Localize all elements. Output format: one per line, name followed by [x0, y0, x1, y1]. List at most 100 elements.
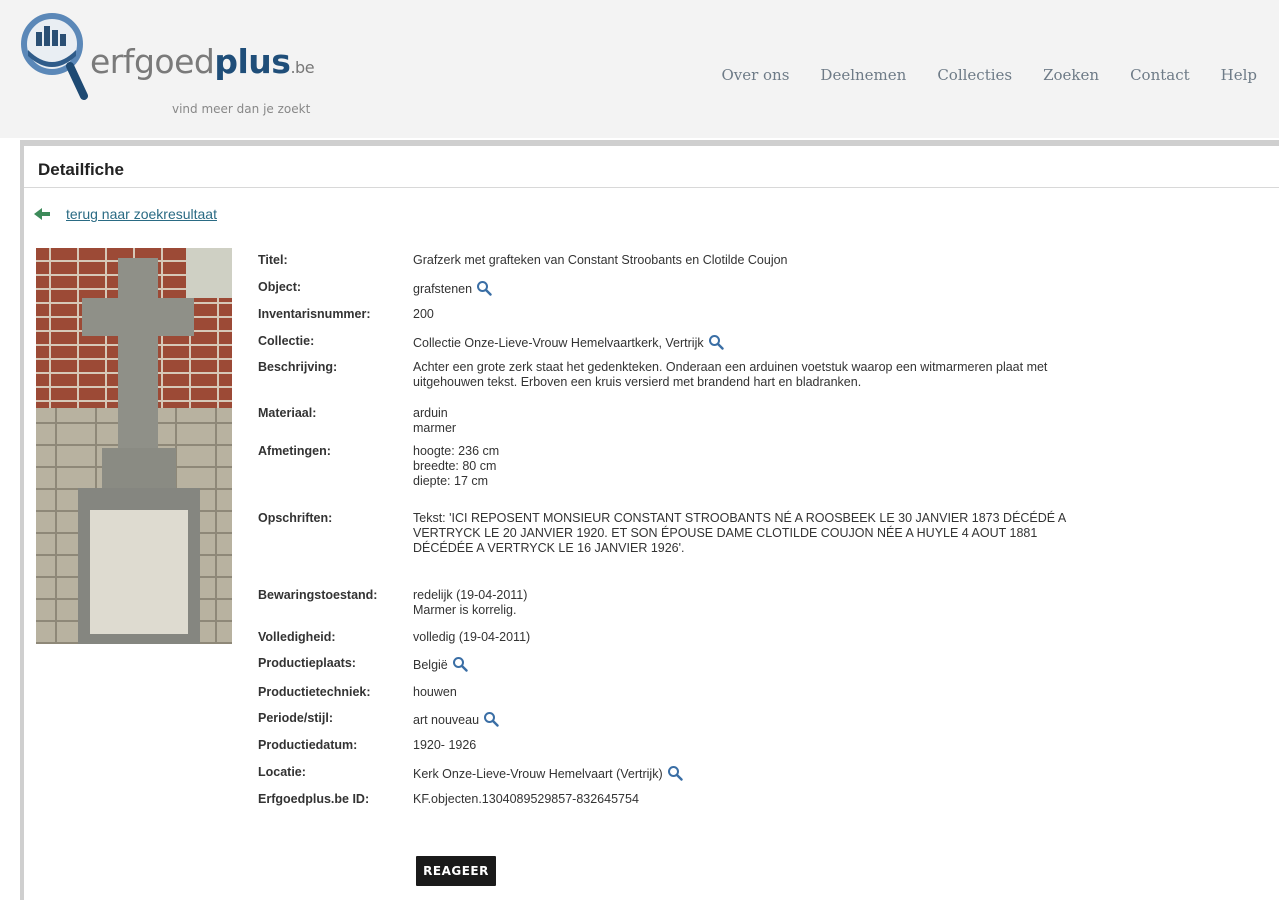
field-value-line: uitgehouwen tekst. Erboven een kruis ver… [413, 375, 862, 389]
field-value: Kerk Onze-Lieve-Vrouw Hemelvaart (Vertri… [413, 762, 683, 789]
field-value: hoogte: 236 cm breedte: 80 cm diepte: 17 c… [413, 441, 499, 508]
field-value-line: marmer [413, 421, 457, 435]
back-to-results-link[interactable]: terug naar zoekresultaat [66, 206, 217, 222]
field-value-line: Marmer is korrelig. [413, 603, 517, 617]
field-value: België [413, 653, 468, 682]
field-value: KF.objecten.1304089529857-832645754 [413, 789, 639, 816]
field-value-text: Collectie Onze-Lieve-Vrouw Hemelvaartker… [413, 336, 704, 350]
field-value: volledig (19-04-2011) [413, 627, 530, 653]
field-label: Productietechniek: [258, 685, 371, 699]
field-value: 1920- 1926 [413, 735, 476, 762]
field-label: Inventarisnummer: [258, 307, 371, 321]
nav-collecties[interactable]: Collecties [937, 66, 1012, 84]
logo-bold: plus [214, 42, 291, 81]
gravestone-image [36, 248, 232, 644]
field-value-line: 200 [413, 307, 434, 321]
search-icon[interactable] [483, 711, 499, 727]
field-value-line: Tekst: 'ICI REPOSENT MONSIEUR CONSTANT S… [413, 511, 1067, 525]
field-value: Achter een grote zerk staat het gedenkte… [413, 357, 1047, 403]
field-label: Bewaringstoestand: [258, 588, 378, 602]
field-value-line: DÉCÉDÉE A VERTRYCK LE 16 JANVIER 1926'. [413, 541, 685, 555]
reageer-button[interactable]: REAGEER [416, 856, 496, 886]
detail-row: Inventarisnummer: 200 [258, 304, 1258, 331]
field-label: Erfgoedplus.be ID: [258, 792, 370, 806]
field-label: Periode/stijl: [258, 711, 334, 725]
detail-row: Opschriften: Tekst: 'ICI REPOSENT MONSIEU… [258, 508, 1258, 585]
field-value-text: België [413, 658, 448, 672]
detail-row: Materiaal: arduin marmer [258, 403, 1258, 441]
detail-row: Productieplaats: België [258, 653, 1258, 682]
field-value-line: arduin [413, 406, 448, 420]
main-nav: Over ons Deelnemen Collecties Zoeken Con… [690, 66, 1257, 84]
search-icon[interactable] [667, 765, 683, 781]
field-value: Collectie Onze-Lieve-Vrouw Hemelvaartker… [413, 331, 724, 357]
detail-row: Productiedatum: 1920- 1926 [258, 735, 1258, 762]
field-value-line: Kerk Onze-Lieve-Vrouw Hemelvaart (Vertri… [413, 765, 683, 782]
detail-row: Erfgoedplus.be ID: KF.objecten.1304089529… [258, 789, 1258, 816]
field-label: Opschriften: [258, 511, 333, 525]
logo-prefix: erfgoed [90, 42, 215, 81]
field-label: Titel: [258, 253, 288, 267]
detail-row: Periode/stijl: art nouveau [258, 708, 1258, 735]
field-value-line: Collectie Onze-Lieve-Vrouw Hemelvaartker… [413, 334, 724, 351]
detail-panel: Detailfiche terug naar zoekresultaat Tit… [20, 140, 1279, 900]
field-value: art nouveau [413, 708, 499, 735]
magnifier-logo-icon [21, 13, 88, 100]
nav-help[interactable]: Help [1221, 66, 1257, 84]
field-value-line: redelijk (19-04-2011) [413, 588, 528, 602]
field-label: Afmetingen: [258, 444, 331, 458]
field-label: Materiaal: [258, 406, 317, 420]
object-photo [36, 248, 232, 644]
field-value-line: breedte: 80 cm [413, 459, 497, 473]
field-value-line: 1920- 1926 [413, 738, 477, 752]
site-header: erfgoedplus.be vind meer dan je zoekt Ov… [0, 0, 1279, 138]
field-value-line: art nouveau [413, 711, 499, 728]
detail-row: Collectie: Collectie Onze-Lieve-Vrouw Hem… [258, 331, 1258, 357]
field-value-line: hoogte: 236 cm [413, 444, 500, 458]
field-value-line: volledig (19-04-2011) [413, 630, 531, 644]
field-label: Object: [258, 280, 302, 294]
arrow-left-icon [34, 208, 50, 220]
search-icon[interactable] [452, 656, 468, 672]
field-value-line: KF.objecten.1304089529857-832645754 [413, 792, 639, 806]
field-value-text: grafstenen [413, 282, 473, 296]
field-value: redelijk (19-04-2011) Marmer is korrelig. [413, 585, 527, 627]
search-icon[interactable] [476, 280, 492, 296]
field-value-line: België [413, 656, 468, 673]
detail-fields: Titel: Grafzerk met grafteken van Constan… [258, 250, 1258, 816]
field-label: Volledigheid: [258, 630, 336, 644]
nav-zoeken[interactable]: Zoeken [1043, 66, 1099, 84]
logo-tagline: vind meer dan je zoekt [172, 102, 311, 116]
detail-row: Productietechniek: houwen [258, 682, 1258, 708]
field-label: Productiedatum: [258, 738, 358, 752]
logo-wordmark: erfgoedplus.be [90, 42, 315, 81]
field-value: Tekst: 'ICI REPOSENT MONSIEUR CONSTANT S… [413, 508, 1066, 585]
detail-row: Object: grafstenen [258, 277, 1258, 304]
field-label: Beschrijving: [258, 360, 338, 374]
back-link-row: terug naar zoekresultaat [34, 206, 217, 222]
field-value-line: VERTRYCK LE 20 JANVIER 1920. ET SON ÉPOU… [413, 526, 1038, 540]
detail-row: Beschrijving: Achter een grote zerk staat… [258, 357, 1258, 403]
detail-row: Titel: Grafzerk met grafteken van Constan… [258, 250, 1258, 277]
nav-deelnemen[interactable]: Deelnemen [820, 66, 906, 84]
field-value-line: diepte: 17 cm [413, 474, 489, 488]
field-label: Productieplaats: [258, 656, 356, 670]
nav-contact[interactable]: Contact [1130, 66, 1190, 84]
site-logo[interactable]: erfgoedplus.be vind meer dan je zoekt [20, 12, 350, 116]
detail-row: Bewaringstoestand: redelijk (19-04-2011) M… [258, 585, 1258, 627]
field-label: Collectie: [258, 334, 315, 348]
field-value-line: houwen [413, 685, 457, 699]
search-icon[interactable] [708, 334, 724, 350]
detail-row: Volledigheid: volledig (19-04-2011) [258, 627, 1258, 653]
field-value: Grafzerk met grafteken van Constant Stro… [413, 250, 788, 277]
field-value: houwen [413, 682, 457, 708]
field-value: 200 [413, 304, 434, 331]
field-value-line: Grafzerk met grafteken van Constant Stro… [413, 253, 788, 267]
nav-over-ons[interactable]: Over ons [721, 66, 789, 84]
field-value-line: grafstenen [413, 280, 492, 297]
field-value-text: Kerk Onze-Lieve-Vrouw Hemelvaart (Vertri… [413, 767, 663, 781]
field-label: Locatie: [258, 765, 306, 779]
logo-suffix: .be [290, 58, 315, 77]
field-value: grafstenen [413, 277, 492, 304]
detail-row: Afmetingen: hoogte: 236 cm breedte: 80 cm d… [258, 441, 1258, 508]
